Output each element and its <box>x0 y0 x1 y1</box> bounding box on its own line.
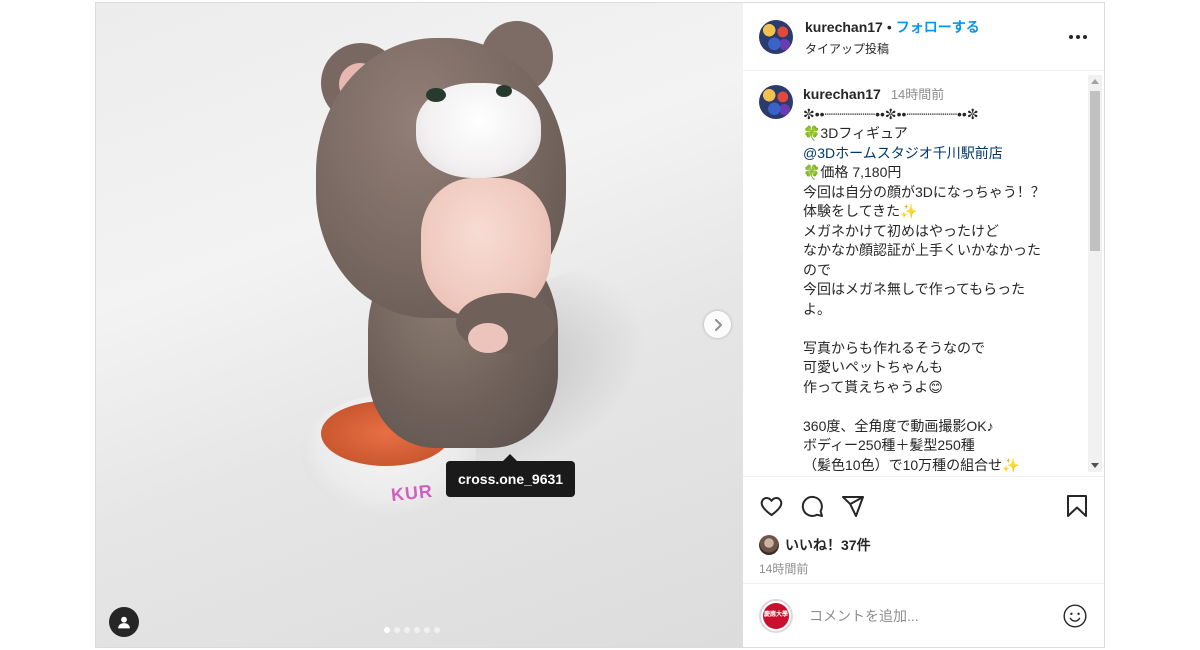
caption-line: （髪色10色）で10万種の組合せ✨ <box>803 456 1020 473</box>
carousel-dot <box>434 627 440 633</box>
caption-line: なかなか顔認証が上手くいかなかった <box>803 242 1041 258</box>
caption-body: kurechan17 14時間前 ✼••┈┈┈┈┈┈••✼••┈┈┈┈┈┈••✼… <box>803 85 1045 475</box>
caption-line: 今回はメガネ無しで作ってもらった <box>803 281 1026 297</box>
heart-icon <box>760 496 783 516</box>
caption-mention-link[interactable]: @3Dホームスタジオ千川駅前店 <box>803 144 1045 164</box>
caption: kurechan17 14時間前 ✼••┈┈┈┈┈┈••✼••┈┈┈┈┈┈••✼… <box>759 85 1080 475</box>
caption-line: 写真からも作れるそうなので <box>803 339 985 356</box>
next-image-button[interactable] <box>704 311 731 338</box>
caption-line: 🍀価格 7,180円 <box>803 164 902 180</box>
header-separator: • <box>886 18 892 35</box>
caption-area[interactable]: kurechan17 14時間前 ✼••┈┈┈┈┈┈••✼••┈┈┈┈┈┈••✼… <box>743 71 1104 476</box>
author-avatar[interactable] <box>759 19 793 54</box>
post-modal: KUR cross.one_9631 kurechan17 • フォローする タ… <box>95 2 1105 648</box>
user-tag-tooltip[interactable]: cross.one_9631 <box>446 454 576 497</box>
action-bar <box>743 476 1104 534</box>
post-side-panel: kurechan17 • フォローする タイアップ投稿 kurechan17 1… <box>743 3 1104 647</box>
comment-icon <box>801 495 823 517</box>
figure-eye-right <box>496 85 512 97</box>
send-icon <box>842 495 864 517</box>
caption-line: メガネかけて初めはやったけど <box>803 222 999 239</box>
caption-scrollbar[interactable] <box>1088 75 1102 472</box>
carousel-dot <box>404 627 410 633</box>
caption-line: 🍀3Dフィギュア <box>803 125 908 141</box>
caption-line <box>803 319 1045 339</box>
caption-line: ので <box>803 261 831 278</box>
caption-text: ✼••┈┈┈┈┈┈••✼••┈┈┈┈┈┈••✼ 🍀3Dフィギュア @3Dホームス… <box>803 105 1045 476</box>
post-header: kurechan17 • フォローする タイアップ投稿 <box>743 3 1104 71</box>
comment-bar: 慶應大學 <box>743 583 1104 647</box>
carousel-dot <box>414 627 420 633</box>
share-button[interactable] <box>841 490 873 522</box>
likes-summary[interactable]: いいね！37件 <box>743 534 1104 556</box>
scroll-down-arrow-icon[interactable] <box>1091 463 1099 468</box>
figure-eye-left <box>426 88 446 102</box>
caption-line: ボディー250種＋髪型250種 <box>803 437 975 453</box>
user-icon <box>118 616 130 629</box>
carousel-dots <box>384 627 440 633</box>
scroll-up-arrow-icon[interactable] <box>1091 79 1099 84</box>
save-button[interactable] <box>1056 490 1088 522</box>
caption-line: ✼••┈┈┈┈┈┈••✼••┈┈┈┈┈┈••✼ <box>803 105 979 122</box>
caption-line: よ。 <box>803 300 831 317</box>
scrollbar-thumb[interactable] <box>1090 91 1100 251</box>
caption-line: 360度、全角度で動画撮影OK♪ <box>803 417 994 434</box>
smiley-icon[interactable] <box>1062 603 1088 629</box>
caption-time[interactable]: 14時間前 <box>891 85 944 105</box>
more-horizontal-icon <box>1069 34 1087 39</box>
viewer-avatar[interactable]: 慶應大學 <box>759 598 793 633</box>
viewer-avatar-logo: 慶應大學 <box>763 602 789 629</box>
user-tag-button[interactable] <box>109 607 139 637</box>
caption-line <box>803 397 1045 417</box>
bookmark-icon <box>1067 494 1087 517</box>
comment-button[interactable] <box>800 490 832 522</box>
caption-line: 今回は自分の顔が3Dになっちゃう！？ <box>803 183 1045 200</box>
caption-line: 作って貰えちゃうよ😊 <box>803 378 943 395</box>
caption-line: 体験をしてきた✨ <box>803 203 918 219</box>
posted-time[interactable]: 14時間前 <box>743 556 1104 577</box>
paid-partnership-label[interactable]: タイアップ投稿 <box>805 40 1066 57</box>
carousel-dot <box>394 627 400 633</box>
carousel-dot <box>384 627 390 633</box>
like-button[interactable] <box>759 490 791 522</box>
figure-base-text: KUR <box>390 480 434 506</box>
follow-button[interactable]: フォローする <box>896 17 980 37</box>
post-media[interactable]: KUR cross.one_9631 <box>96 3 743 647</box>
chevron-right-icon <box>714 318 722 331</box>
likes-count[interactable]: いいね！37件 <box>785 535 871 555</box>
author-username[interactable]: kurechan17 <box>805 19 883 35</box>
caption-author-avatar[interactable] <box>759 85 793 119</box>
liker-avatar[interactable] <box>759 535 779 555</box>
carousel-dot <box>424 627 430 633</box>
figure-paw-pad <box>468 323 508 353</box>
caption-username[interactable]: kurechan17 <box>803 85 881 105</box>
comment-input[interactable] <box>807 606 1062 625</box>
caption-line: 可愛いペットちゃんも <box>803 359 943 375</box>
more-options-button[interactable] <box>1066 25 1090 49</box>
